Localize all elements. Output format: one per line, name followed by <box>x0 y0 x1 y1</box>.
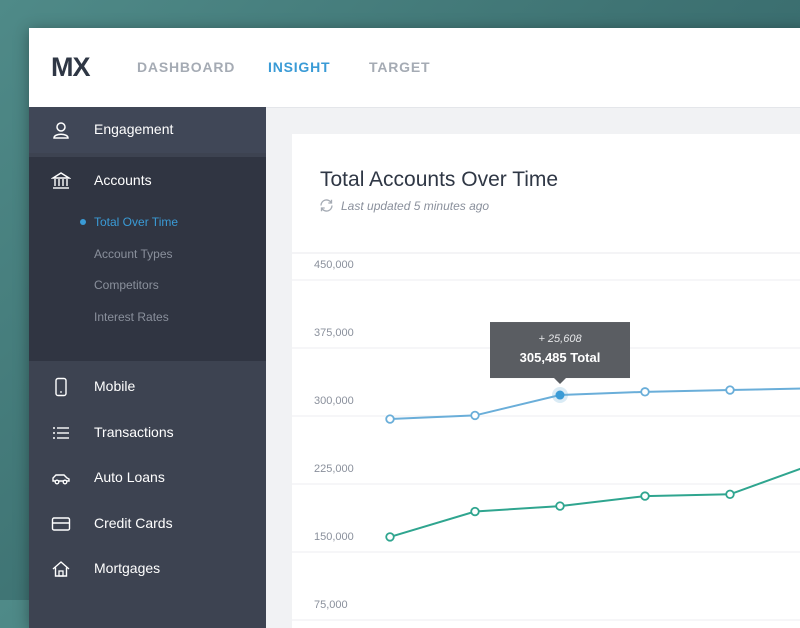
y-tick-label: 225,000 <box>314 463 354 475</box>
series-line-1 <box>389 467 800 538</box>
series-line-0 <box>389 387 800 421</box>
y-tick-label: 450,000 <box>314 259 354 271</box>
sidebar-item-engagement[interactable]: Engagement <box>29 107 266 153</box>
home-icon <box>51 559 71 579</box>
mx-logo[interactable]: MX <box>51 52 90 83</box>
sidebar-item-credit-cards[interactable]: Credit Cards <box>29 501 266 547</box>
credit-card-icon <box>51 514 71 534</box>
list-icon <box>51 423 71 443</box>
subnav-interest-rates[interactable]: Interest Rates <box>94 310 169 324</box>
top-navigation-bar: MX DASHBOARD INSIGHT TARGET <box>29 28 800 108</box>
y-tick-label: 375,000 <box>314 327 354 339</box>
data-point <box>470 410 480 421</box>
sidebar: Engagement Accounts Total Over Time Acco… <box>29 107 266 628</box>
tab-dashboard[interactable]: DASHBOARD <box>137 59 235 75</box>
user-icon <box>51 120 71 140</box>
subnav-account-types[interactable]: Account Types <box>94 247 173 261</box>
sidebar-item-label: Engagement <box>94 121 174 137</box>
tab-insight[interactable]: INSIGHT <box>268 59 330 75</box>
subnav-total-over-time[interactable]: Total Over Time <box>94 215 178 229</box>
data-point <box>385 414 395 424</box>
sidebar-item-mortgages[interactable]: Mortgages <box>29 546 266 592</box>
mobile-icon <box>51 377 71 397</box>
y-tick-label: 75,000 <box>314 599 348 611</box>
sidebar-item-transactions[interactable]: Transactions <box>29 410 266 456</box>
tooltip-delta: + 25,608 <box>538 333 582 345</box>
sidebar-item-label: Mortgages <box>94 560 161 576</box>
data-point-highlighted <box>555 390 565 400</box>
sidebar-item-label: Auto Loans <box>94 469 165 485</box>
active-indicator-dot <box>80 219 86 225</box>
data-point <box>640 387 650 397</box>
sidebar-item-mobile[interactable]: Mobile <box>29 364 266 410</box>
tooltip-total: 305,485 Total <box>520 350 601 365</box>
car-icon <box>51 468 71 488</box>
data-point <box>470 506 480 517</box>
tooltip-pointer <box>554 378 566 385</box>
subnav-competitors[interactable]: Competitors <box>94 278 159 292</box>
sidebar-item-label: Credit Cards <box>94 515 173 531</box>
sidebar-item-accounts[interactable]: Accounts <box>29 158 266 204</box>
data-point <box>725 385 735 395</box>
data-point <box>555 501 565 511</box>
sidebar-item-auto-loans[interactable]: Auto Loans <box>29 455 266 501</box>
bank-icon <box>51 171 71 191</box>
data-point <box>640 491 650 501</box>
app-window: MX DASHBOARD INSIGHT TARGET Engagement A… <box>29 28 800 628</box>
data-point <box>725 489 735 499</box>
data-point <box>385 532 395 542</box>
sidebar-item-label: Accounts <box>94 172 152 188</box>
sidebar-item-label: Mobile <box>94 378 136 394</box>
chart-card: Total Accounts Over Time Last updated 5 … <box>292 134 800 628</box>
y-tick-label: 300,000 <box>314 395 354 407</box>
y-tick-label: 150,000 <box>314 531 354 543</box>
sidebar-item-label: Transactions <box>94 424 174 440</box>
tab-target[interactable]: TARGET <box>369 59 430 75</box>
line-chart: 450,000 375,000 300,000 225,000 150,000 75,00… <box>292 252 800 621</box>
